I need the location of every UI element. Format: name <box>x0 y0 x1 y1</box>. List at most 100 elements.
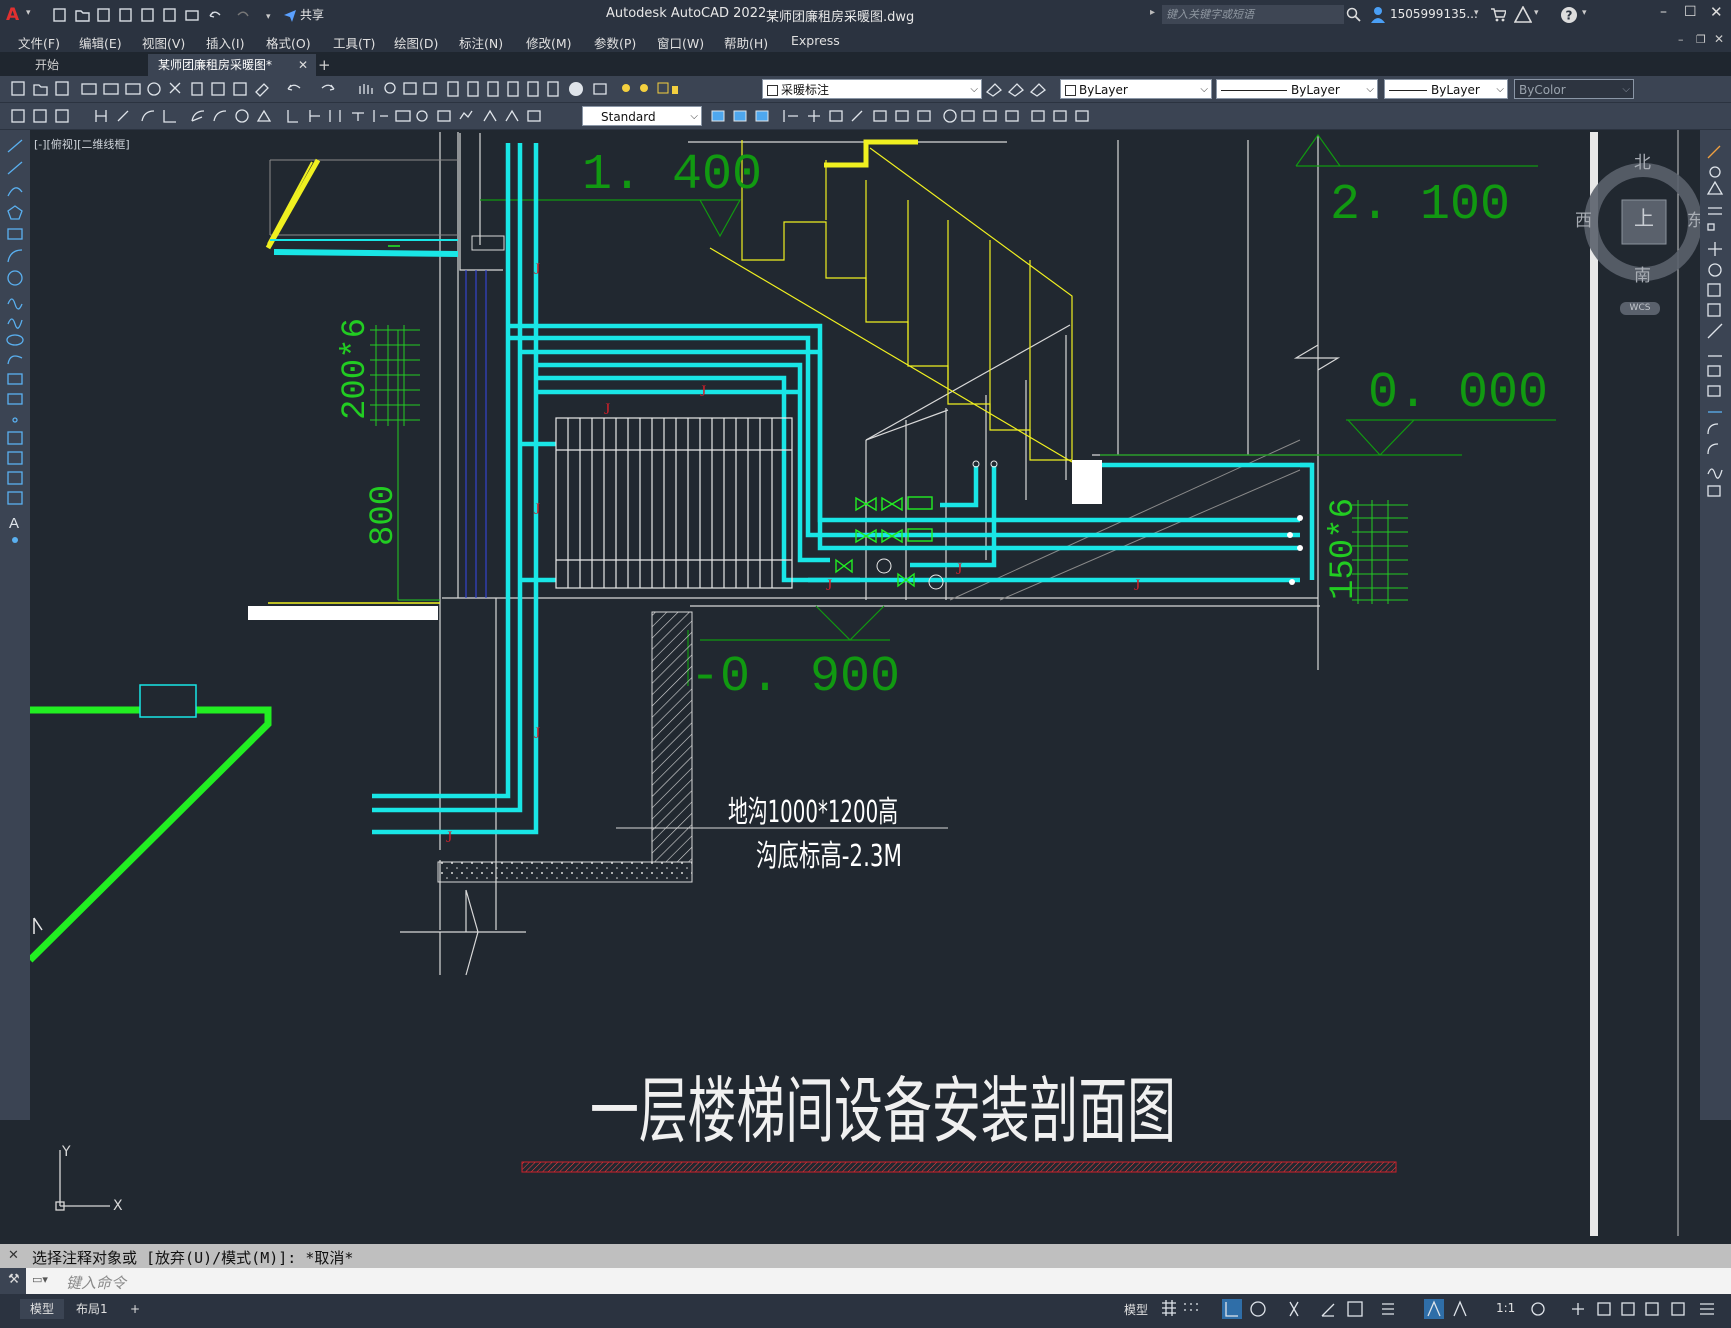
dim-continue-icon[interactable] <box>329 110 341 122</box>
save-icon[interactable] <box>97 8 110 22</box>
zoom-realtime-icon[interactable] <box>384 82 396 94</box>
help-icon[interactable] <box>569 82 583 96</box>
xref-icon[interactable] <box>1075 110 1089 122</box>
viewcube[interactable] <box>1550 140 1700 300</box>
maximize-icon[interactable]: ☐ <box>1684 4 1697 20</box>
share-button[interactable]: 共享 <box>300 6 324 23</box>
copy-icon[interactable] <box>1709 166 1721 178</box>
dim-text-edit-icon[interactable] <box>505 109 519 122</box>
viewcube-north[interactable]: 北 <box>1634 148 1651 173</box>
help-icon[interactable]: ? <box>1560 6 1578 24</box>
object-snap-icon[interactable] <box>1347 1301 1363 1317</box>
color-dropdown[interactable]: ByLayer ⌵ <box>1060 79 1212 99</box>
polygon-icon[interactable] <box>7 205 23 220</box>
menu-view[interactable]: 视图(V) <box>142 33 185 52</box>
menu-modify[interactable]: 修改(M) <box>526 33 572 52</box>
dim-override-icon[interactable] <box>55 109 69 123</box>
doc-minimize-icon[interactable]: – <box>1678 33 1684 46</box>
annotation-scale[interactable]: 1:1 <box>1496 1301 1515 1315</box>
publish-icon[interactable] <box>125 83 141 95</box>
mtext-icon[interactable]: A <box>9 515 19 532</box>
close-icon[interactable]: ✕ <box>1710 3 1723 21</box>
model-space-toggle[interactable]: 模型 <box>1124 1301 1148 1318</box>
ucs-icon[interactable] <box>711 110 725 122</box>
plot-icon[interactable] <box>81 83 97 95</box>
sheet-set-icon[interactable] <box>507 81 519 97</box>
jogged-linear-icon[interactable] <box>459 110 473 120</box>
menu-help[interactable]: 帮助(H) <box>724 33 768 52</box>
dim-aligned-icon[interactable] <box>117 110 129 122</box>
dim-jogged-icon[interactable] <box>213 110 227 122</box>
fullscreen-icon[interactable] <box>1671 1302 1685 1316</box>
dim-update-icon[interactable] <box>11 109 25 123</box>
command-close-icon[interactable]: ✕ <box>8 1248 19 1263</box>
tab-close-icon[interactable]: ✕ <box>298 54 308 76</box>
chamfer-icon[interactable] <box>1707 423 1719 435</box>
text-style-dropdown[interactable]: Standard ⌵ <box>582 106 702 126</box>
share-icon[interactable] <box>284 10 296 22</box>
viewcube-south[interactable]: 南 <box>1634 261 1651 286</box>
layer-previous-icon[interactable] <box>1007 83 1024 97</box>
ucs-face-icon[interactable] <box>873 110 887 122</box>
insert-block-icon[interactable] <box>7 373 23 385</box>
inspect-icon[interactable] <box>437 110 451 122</box>
layer-on-icon[interactable] <box>622 84 630 92</box>
user-icon[interactable] <box>1370 6 1386 24</box>
open-web-icon[interactable] <box>141 8 154 22</box>
ucs-3point-icon[interactable] <box>829 110 843 122</box>
workspace-gear-icon[interactable] <box>1531 1302 1545 1316</box>
ucs-origin-icon[interactable] <box>783 110 798 122</box>
realistic-icon[interactable] <box>983 110 997 122</box>
revision-cloud-icon[interactable] <box>7 298 23 310</box>
isolate-objects-icon[interactable] <box>1645 1302 1659 1316</box>
arc-icon[interactable] <box>7 249 23 263</box>
stretch-icon[interactable] <box>1707 303 1721 317</box>
trim-icon[interactable] <box>1707 323 1723 339</box>
user-chevron-icon[interactable]: ▾ <box>1474 8 1479 18</box>
linetype-dropdown[interactable]: ByLayer ⌵ <box>1216 79 1378 99</box>
markup-icon[interactable] <box>527 81 539 97</box>
doc-close-icon[interactable]: ✕ <box>1714 32 1724 46</box>
table-icon[interactable] <box>7 491 23 505</box>
ellipse-arc-icon[interactable] <box>7 355 23 365</box>
ellipse-icon[interactable] <box>6 334 24 346</box>
dim-linear-icon[interactable] <box>95 110 107 122</box>
scale-icon[interactable] <box>1707 283 1721 297</box>
explode-icon[interactable] <box>1707 485 1721 497</box>
design-center-icon[interactable] <box>467 81 479 97</box>
redo-icon[interactable] <box>237 11 249 17</box>
ucs-x-icon[interactable] <box>917 110 931 122</box>
help-chevron-icon[interactable]: ▾ <box>1582 8 1587 18</box>
object-snap-tracking-icon[interactable] <box>1321 1303 1335 1317</box>
zoom-previous-icon[interactable] <box>423 82 437 95</box>
hide-icon[interactable] <box>1005 110 1019 122</box>
minimize-icon[interactable]: – <box>1660 4 1667 20</box>
join-icon[interactable] <box>1707 385 1721 397</box>
undo-icon[interactable] <box>209 11 221 18</box>
menu-edit[interactable]: 编辑(E) <box>79 33 122 52</box>
add-selected-icon[interactable] <box>12 537 18 543</box>
mirror-icon[interactable] <box>1706 180 1724 195</box>
save-web-icon[interactable] <box>163 8 176 22</box>
menu-tools[interactable]: 工具(T) <box>333 33 375 52</box>
brush-icon[interactable] <box>255 83 269 97</box>
break-icon[interactable] <box>1707 365 1721 377</box>
menu-parametric[interactable]: 参数(P) <box>594 33 636 52</box>
customization-icon[interactable] <box>1700 1303 1714 1315</box>
tab-drawing[interactable]: 某师团廉租房采暖图* ✕ <box>148 54 316 76</box>
move-icon[interactable] <box>1708 242 1722 256</box>
qnew-icon[interactable] <box>11 81 25 96</box>
search-input[interactable]: 键入关键字或短语 <box>1162 5 1344 24</box>
shade-icon[interactable] <box>961 110 975 122</box>
center-mark-icon[interactable] <box>416 110 428 122</box>
dim-update-2-icon[interactable] <box>527 110 541 122</box>
layer-vp-icon[interactable] <box>657 82 669 94</box>
visual-style-icon[interactable] <box>943 109 957 123</box>
rotate-icon[interactable] <box>1708 263 1722 277</box>
open-icon[interactable] <box>33 84 48 96</box>
layer-state-icon[interactable] <box>1029 83 1046 97</box>
autocad-logo-icon[interactable]: A <box>6 5 24 25</box>
hatch-icon[interactable] <box>7 431 23 445</box>
drawing-canvas[interactable]: [-][俯视][二维线框] 1. 400 2. 100 0. 000 -0. 9… <box>30 130 1700 1243</box>
plot-icon[interactable] <box>185 10 199 21</box>
